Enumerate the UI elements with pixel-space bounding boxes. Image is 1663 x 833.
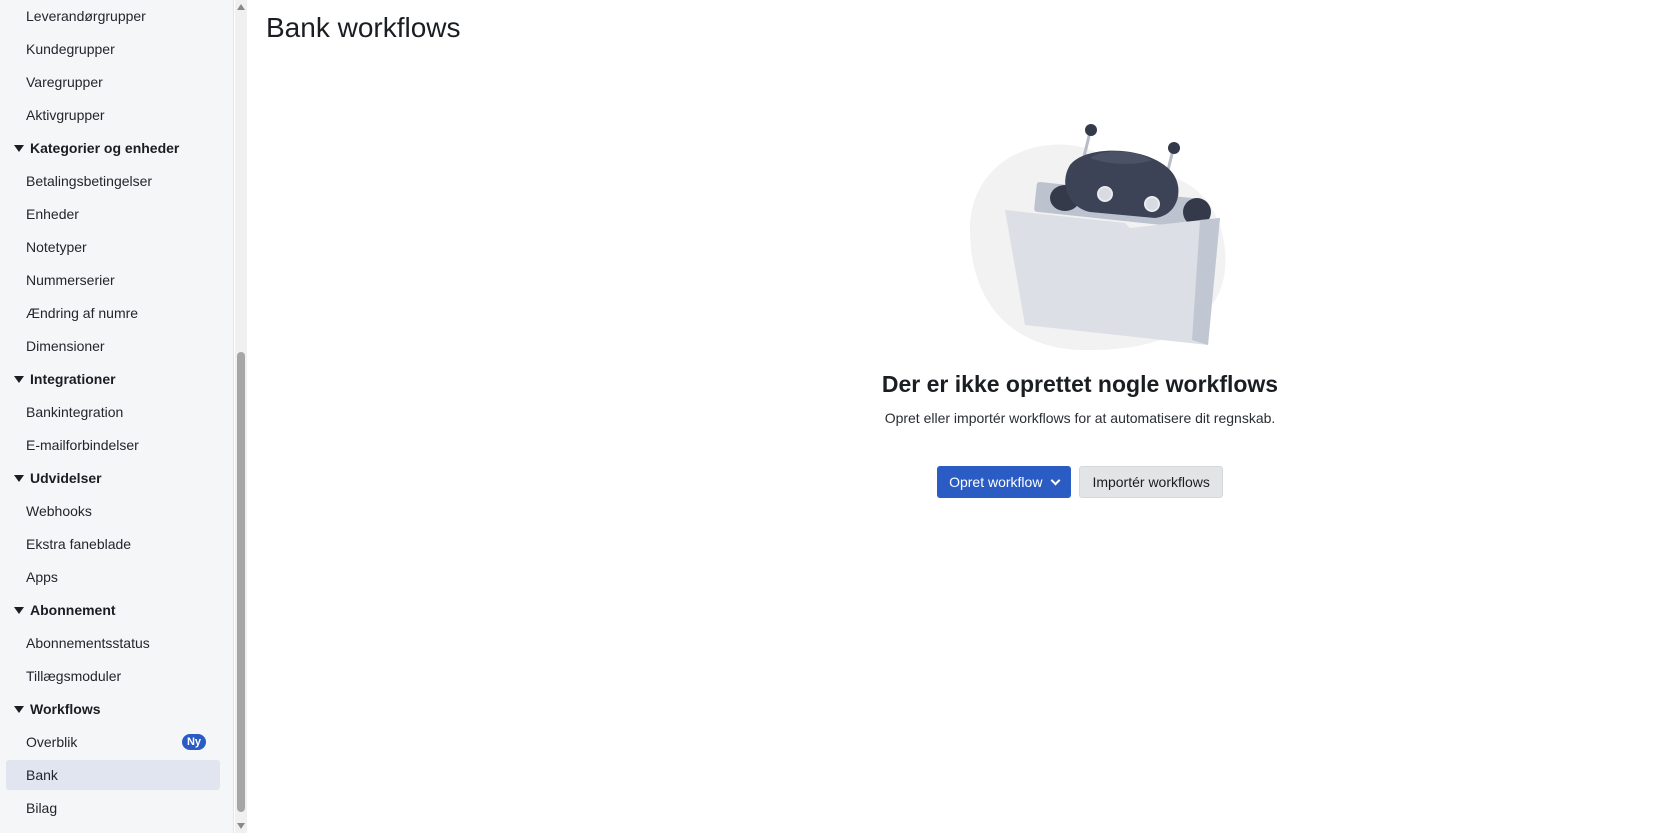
sidebar-item-label: Dimensioner	[26, 338, 105, 354]
sidebar-group-kategorier-og-enheder[interactable]: Kategorier og enheder	[6, 133, 220, 163]
sidebar-item-label: Overblik	[26, 734, 78, 750]
sidebar-item-label: Abonnementsstatus	[26, 635, 150, 651]
sidebar-item-label: Enheder	[26, 206, 79, 222]
sidebar-item-label: E-mailforbindelser	[26, 437, 139, 453]
scroll-down-arrow-icon[interactable]	[237, 823, 245, 829]
new-badge: Ny	[181, 734, 206, 750]
sidebar-item-varegrupper[interactable]: Varegrupper	[6, 67, 220, 97]
sidebar-group-label: Udvidelser	[30, 470, 102, 486]
sidebar-group-label: Integrationer	[30, 371, 116, 387]
sidebar: Leverandørgrupper Kundegrupper Varegrupper…	[0, 0, 234, 833]
sidebar-item-label: Tillægsmoduler	[26, 668, 122, 684]
sidebar-item-label: Bank	[26, 767, 58, 783]
page-title: Bank workflows	[266, 12, 461, 43]
sidebar-item-kundegrupper[interactable]: Kundegrupper	[6, 34, 220, 64]
sidebar-item-label: Notetyper	[26, 239, 87, 255]
empty-state-actions: Opret workflow Importér workflows	[840, 466, 1320, 498]
sidebar-item-ændring-af-numre[interactable]: Ændring af numre	[6, 298, 220, 328]
sidebar-item-bankintegration[interactable]: Bankintegration	[6, 397, 220, 427]
sidebar-item-label: Nummerserier	[26, 272, 115, 288]
sidebar-item-ekstra-faneblade[interactable]: Ekstra faneblade	[6, 529, 220, 559]
sidebar-item-label: Bankintegration	[26, 404, 124, 420]
sidebar-item-dimensioner[interactable]: Dimensioner	[6, 331, 220, 361]
sidebar-group-label: Kategorier og enheder	[30, 140, 180, 156]
sidebar-item-abonnementsstatus[interactable]: Abonnementsstatus	[6, 628, 220, 658]
sidebar-nav: Leverandørgrupper Kundegrupper Varegrupper…	[0, 0, 234, 833]
sidebar-item-overblik[interactable]: Overblik Ny	[6, 727, 220, 757]
sidebar-item-apps[interactable]: Apps	[6, 562, 220, 592]
sidebar-group-abonnement[interactable]: Abonnement	[6, 595, 220, 625]
create-workflow-label: Opret workflow	[949, 474, 1043, 490]
import-workflows-button[interactable]: Importér workflows	[1079, 466, 1223, 498]
caret-down-icon[interactable]	[14, 375, 24, 383]
sidebar-item-e-mailforbindelser[interactable]: E-mailforbindelser	[6, 430, 220, 460]
sidebar-item-label: Ændring af numre	[26, 305, 139, 321]
caret-down-icon[interactable]	[14, 705, 24, 713]
sidebar-group-workflows[interactable]: Workflows	[6, 694, 220, 724]
sidebar-item-leverandørgrupper[interactable]: Leverandørgrupper	[6, 1, 220, 31]
empty-state-heading: Der er ikke oprettet nogle workflows	[881, 371, 1279, 397]
sidebar-item-label: Webhooks	[26, 503, 92, 519]
sidebar-item-label: Ekstra faneblade	[26, 536, 132, 552]
sidebar-group-integrationer[interactable]: Integrationer	[6, 364, 220, 394]
chevron-down-icon[interactable]	[1050, 475, 1061, 485]
sidebar-item-tillægsmoduler[interactable]: Tillægsmoduler	[6, 661, 220, 691]
scroll-thumb[interactable]	[237, 352, 245, 812]
sidebar-item-enheder[interactable]: Enheder	[6, 199, 220, 229]
create-workflow-button[interactable]: Opret workflow	[937, 466, 1072, 498]
sidebar-item-label: Betalingsbetingelser	[26, 173, 153, 189]
caret-down-icon[interactable]	[14, 606, 24, 614]
sidebar-group-udvidelser[interactable]: Udvidelser	[6, 463, 220, 493]
sidebar-item-bilag[interactable]: Bilag	[6, 793, 220, 823]
empty-state: Der er ikke oprettet nogle workflows Opr…	[840, 120, 1320, 498]
caret-down-icon[interactable]	[14, 144, 24, 152]
sidebar-item-notetyper[interactable]: Notetyper	[6, 232, 220, 262]
sidebar-item-aktivgrupper[interactable]: Aktivgrupper	[6, 100, 220, 130]
sidebar-item-webhooks[interactable]: Webhooks	[6, 496, 220, 526]
scroll-up-arrow-icon[interactable]	[237, 4, 245, 10]
sidebar-item-label: Apps	[26, 569, 58, 585]
sidebar-item-label: Aktivgrupper	[26, 107, 105, 123]
sidebar-item-betalingsbetingelser[interactable]: Betalingsbetingelser	[6, 166, 220, 196]
sidebar-item-label: Leverandørgrupper	[26, 8, 146, 24]
sidebar-item-nummerserier[interactable]: Nummerserier	[6, 265, 220, 295]
caret-down-icon[interactable]	[14, 474, 24, 482]
empty-state-subtext: Opret eller importér workflows for at au…	[884, 410, 1276, 426]
sidebar-item-bank[interactable]: Bank	[6, 760, 220, 790]
sidebar-item-label: Bilag	[26, 800, 58, 816]
sidebar-group-label: Abonnement	[30, 602, 116, 618]
sidebar-scrollbar[interactable]	[235, 0, 247, 833]
robot-folder-illustration	[970, 124, 1226, 351]
sidebar-group-label: Workflows	[30, 701, 101, 717]
sidebar-item-label: Kundegrupper	[26, 41, 115, 57]
sidebar-item-label: Varegrupper	[26, 74, 103, 90]
